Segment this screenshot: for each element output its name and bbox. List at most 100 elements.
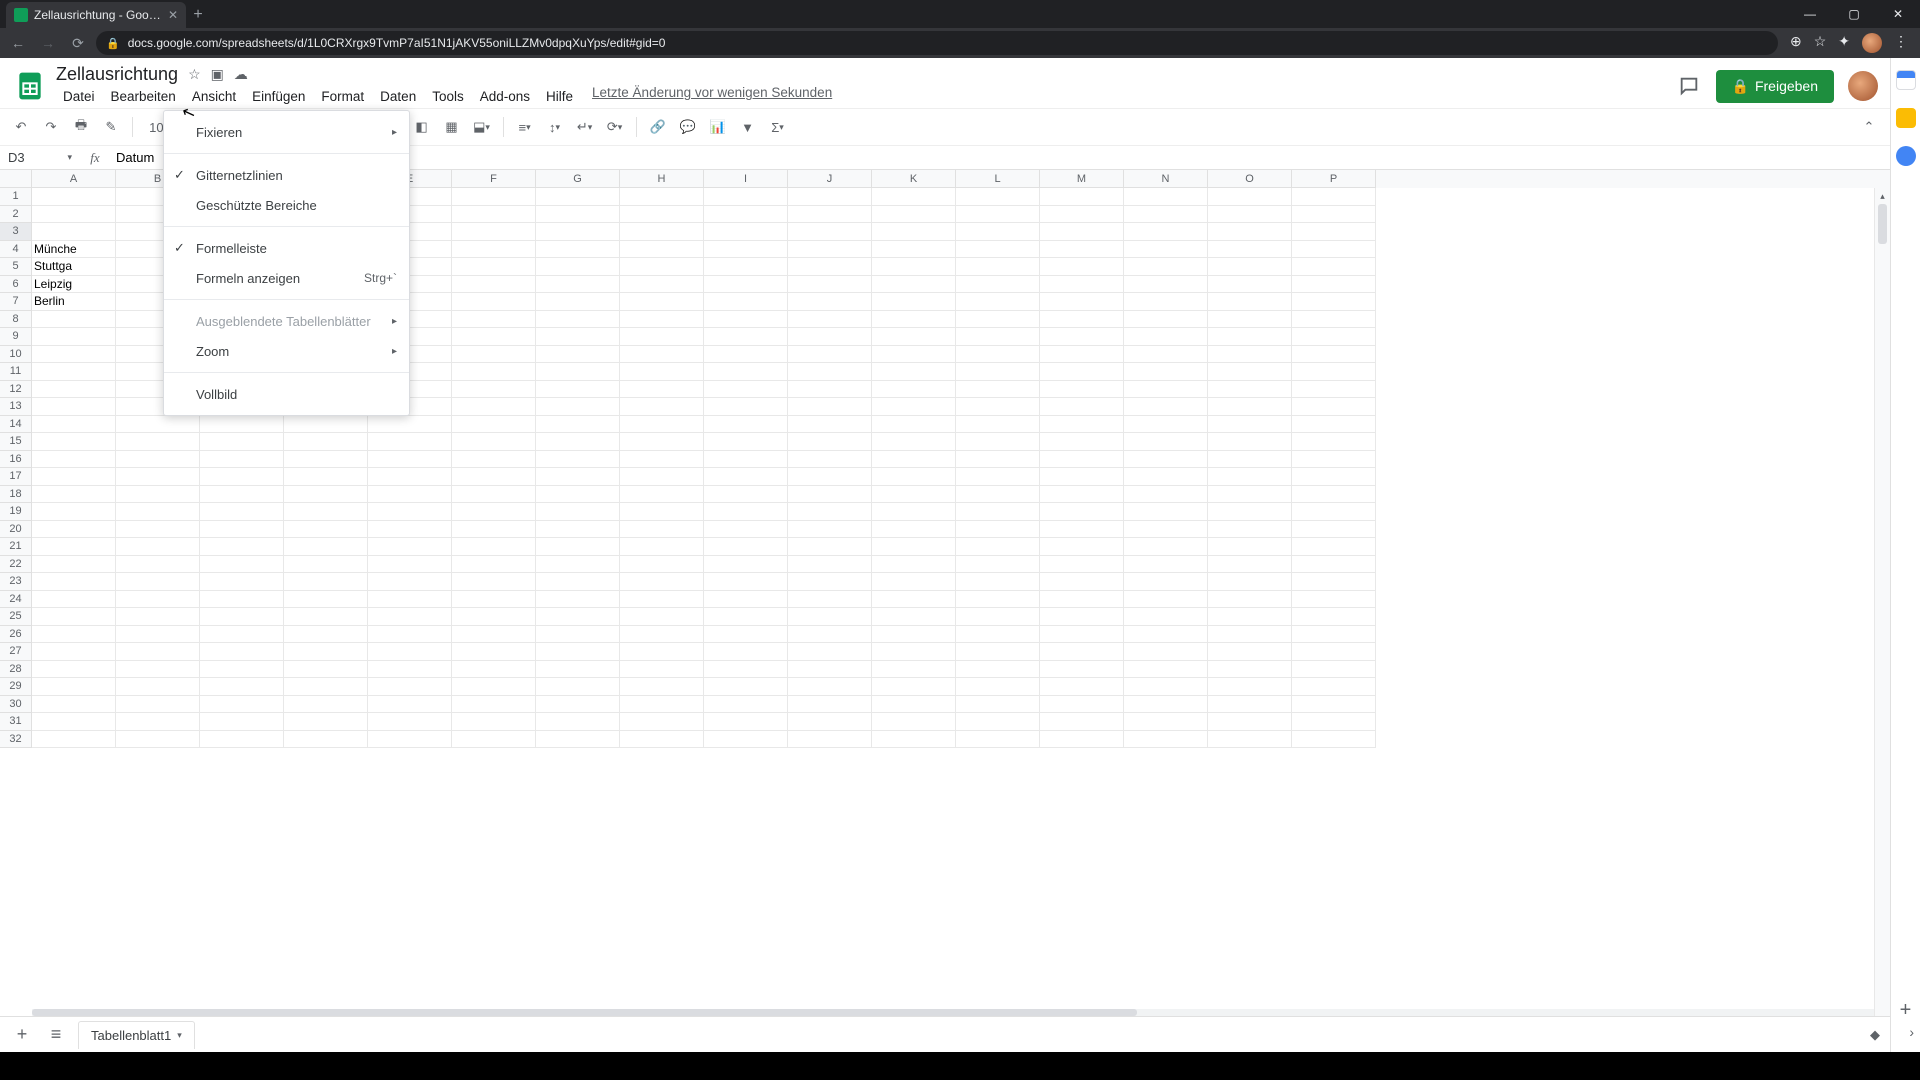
cell[interactable] — [1124, 398, 1208, 416]
cell[interactable]: Stuttga — [32, 258, 116, 276]
cell[interactable] — [116, 573, 200, 591]
cell[interactable] — [1124, 433, 1208, 451]
cell[interactable] — [200, 608, 284, 626]
cell[interactable] — [536, 223, 620, 241]
cell[interactable] — [620, 626, 704, 644]
cell[interactable] — [1208, 381, 1292, 399]
filter-button[interactable]: ▼ — [735, 114, 761, 140]
cell[interactable] — [1040, 608, 1124, 626]
cell[interactable] — [620, 521, 704, 539]
cell[interactable] — [116, 731, 200, 749]
cell[interactable] — [956, 556, 1040, 574]
cell[interactable] — [32, 223, 116, 241]
cell[interactable] — [1124, 713, 1208, 731]
cell[interactable] — [1292, 258, 1376, 276]
cell[interactable] — [452, 608, 536, 626]
cell[interactable] — [1292, 363, 1376, 381]
cell[interactable] — [32, 678, 116, 696]
cell[interactable] — [956, 591, 1040, 609]
cell[interactable] — [452, 433, 536, 451]
cell[interactable] — [536, 346, 620, 364]
cell[interactable] — [1124, 223, 1208, 241]
cell[interactable] — [788, 573, 872, 591]
cell[interactable] — [1292, 661, 1376, 679]
menu-zoom[interactable]: Zoom▸ — [164, 336, 409, 366]
cell[interactable] — [1208, 713, 1292, 731]
cell[interactable] — [452, 293, 536, 311]
cell[interactable] — [704, 503, 788, 521]
cell[interactable] — [788, 503, 872, 521]
cell[interactable] — [452, 241, 536, 259]
cell[interactable] — [1292, 206, 1376, 224]
horizontal-scrollbar[interactable] — [32, 1006, 1874, 1016]
col-header-N[interactable]: N — [1124, 170, 1208, 188]
cell[interactable] — [452, 363, 536, 381]
cell[interactable] — [32, 486, 116, 504]
cell[interactable] — [452, 696, 536, 714]
cell[interactable] — [452, 661, 536, 679]
cell[interactable] — [452, 346, 536, 364]
row-header[interactable]: 17 — [0, 468, 32, 486]
move-icon[interactable]: ▣ — [211, 66, 224, 83]
cell[interactable] — [872, 188, 956, 206]
cell[interactable] — [1208, 241, 1292, 259]
cell[interactable] — [32, 696, 116, 714]
cell[interactable] — [620, 713, 704, 731]
cell[interactable] — [620, 328, 704, 346]
cell[interactable] — [620, 293, 704, 311]
cell[interactable] — [116, 713, 200, 731]
cell[interactable] — [956, 521, 1040, 539]
cell[interactable] — [704, 713, 788, 731]
cell[interactable] — [1040, 433, 1124, 451]
cell[interactable] — [284, 468, 368, 486]
cell[interactable] — [536, 591, 620, 609]
cell[interactable] — [872, 713, 956, 731]
col-header-O[interactable]: O — [1208, 170, 1292, 188]
cell[interactable] — [1292, 241, 1376, 259]
cell[interactable] — [872, 398, 956, 416]
cell[interactable] — [368, 643, 452, 661]
col-header-L[interactable]: L — [956, 170, 1040, 188]
cell[interactable] — [368, 678, 452, 696]
menu-fullscreen[interactable]: Vollbild — [164, 379, 409, 409]
cell[interactable] — [1292, 696, 1376, 714]
cell[interactable] — [788, 538, 872, 556]
collapse-toolbar-button[interactable]: ⌃ — [1856, 114, 1882, 140]
cell[interactable] — [872, 643, 956, 661]
row-header[interactable]: 10 — [0, 346, 32, 364]
cell[interactable] — [32, 328, 116, 346]
cell[interactable] — [368, 416, 452, 434]
cell[interactable] — [1292, 573, 1376, 591]
cell[interactable] — [1208, 556, 1292, 574]
cell[interactable] — [872, 486, 956, 504]
cell[interactable]: Berlin — [32, 293, 116, 311]
cell[interactable] — [1292, 626, 1376, 644]
explore-button[interactable]: ◆ — [1870, 1027, 1880, 1043]
cell[interactable] — [788, 521, 872, 539]
borders-button[interactable]: ▦ — [439, 114, 465, 140]
cell[interactable]: Leipzig — [32, 276, 116, 294]
cell[interactable] — [1208, 416, 1292, 434]
cell[interactable] — [872, 591, 956, 609]
col-header-A[interactable]: A — [32, 170, 116, 188]
redo-button[interactable]: ↷ — [38, 114, 64, 140]
cell[interactable] — [704, 398, 788, 416]
cell[interactable] — [1208, 258, 1292, 276]
cell[interactable] — [452, 626, 536, 644]
cell[interactable] — [32, 346, 116, 364]
cell[interactable] — [704, 433, 788, 451]
cell[interactable] — [1208, 206, 1292, 224]
menu-gridlines[interactable]: ✓Gitternetzlinien — [164, 160, 409, 190]
cell[interactable] — [536, 626, 620, 644]
cell[interactable] — [452, 643, 536, 661]
cell[interactable] — [116, 678, 200, 696]
cell[interactable] — [1208, 573, 1292, 591]
cell[interactable] — [1040, 486, 1124, 504]
link-button[interactable]: 🔗 — [645, 114, 671, 140]
cell[interactable] — [788, 556, 872, 574]
cell[interactable] — [368, 731, 452, 749]
cell[interactable] — [1124, 626, 1208, 644]
cell[interactable] — [956, 678, 1040, 696]
cell[interactable] — [32, 713, 116, 731]
cell[interactable] — [536, 241, 620, 259]
